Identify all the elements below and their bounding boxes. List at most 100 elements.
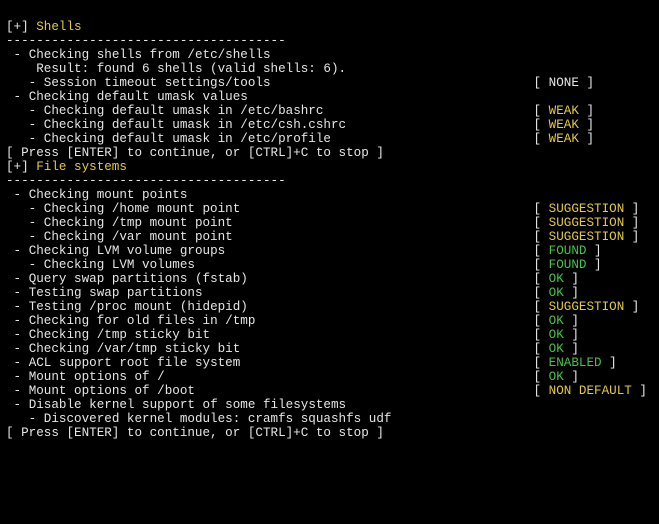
- check-status: [ NONE ]: [534, 76, 653, 90]
- check-status: [ OK ]: [534, 342, 653, 356]
- status-value: OK: [549, 328, 564, 342]
- check-status: [ SUGGESTION ]: [534, 300, 653, 314]
- check-line: - Session timeout settings/tools[ NONE ]: [6, 76, 653, 90]
- check-label: - Checking default umask in /etc/profile: [6, 132, 534, 146]
- bullet-icon: -: [6, 384, 29, 398]
- check-status: [ OK ]: [534, 286, 653, 300]
- bullet-icon: -: [6, 398, 29, 412]
- bullet-icon: -: [6, 244, 29, 258]
- check-status: [ OK ]: [534, 314, 653, 328]
- check-label: - Testing swap partitions: [6, 286, 534, 300]
- check-label: - Disable kernel support of some filesys…: [6, 398, 536, 412]
- bullet-icon: -: [6, 230, 44, 244]
- check-line: - Checking default umask in /etc/profile…: [6, 132, 653, 146]
- check-text: Checking LVM volume groups: [29, 244, 226, 258]
- check-status: [ SUGGESTION ]: [534, 230, 653, 244]
- check-label: - Checking shells from /etc/shells: [6, 48, 536, 62]
- check-status: [ SUGGESTION ]: [534, 216, 653, 230]
- check-text: Mount options of /: [29, 370, 165, 384]
- check-status: [ FOUND ]: [534, 258, 653, 272]
- bullet-icon: -: [6, 370, 29, 384]
- check-label: - Checking /tmp sticky bit: [6, 328, 534, 342]
- check-text: Checking LVM volumes: [44, 258, 195, 272]
- check-status: [ FOUND ]: [534, 244, 653, 258]
- section-header: [+] File systems: [6, 160, 653, 174]
- check-line: - Checking /var mount point[ SUGGESTION …: [6, 230, 653, 244]
- check-text: Checking mount points: [29, 188, 188, 202]
- check-line: Result: found 6 shells (valid shells: 6)…: [6, 62, 653, 76]
- status-value: WEAK: [549, 132, 579, 146]
- check-label: - Checking LVM volume groups: [6, 244, 534, 258]
- check-line: - Testing swap partitions[ OK ]: [6, 286, 653, 300]
- check-label: - Session timeout settings/tools: [6, 76, 534, 90]
- check-status: [ OK ]: [534, 370, 653, 384]
- check-line: - Query swap partitions (fstab)[ OK ]: [6, 272, 653, 286]
- status-value: NON DEFAULT: [549, 384, 632, 398]
- check-line: - Checking mount points: [6, 188, 653, 202]
- check-text: Checking /tmp sticky bit: [29, 328, 210, 342]
- status-value: OK: [549, 314, 564, 328]
- section-title: Shells: [36, 20, 81, 34]
- bullet-icon: -: [6, 258, 44, 272]
- check-label: - Checking /home mount point: [6, 202, 534, 216]
- check-label: - Checking for old files in /tmp: [6, 314, 534, 328]
- check-text: ACL support root file system: [29, 356, 241, 370]
- status-value: OK: [549, 370, 564, 384]
- status-value: SUGGESTION: [549, 230, 625, 244]
- bullet-icon: -: [6, 286, 29, 300]
- check-text: Result: found 6 shells (valid shells: 6)…: [14, 62, 347, 76]
- bullet-icon: -: [6, 104, 44, 118]
- continue-prompt[interactable]: [ Press [ENTER] to continue, or [CTRL]+C…: [6, 426, 653, 440]
- status-value: FOUND: [549, 258, 587, 272]
- section-title: File systems: [36, 160, 127, 174]
- bullet-icon: -: [6, 328, 29, 342]
- check-status: [ WEAK ]: [534, 104, 653, 118]
- bullet-icon: -: [6, 216, 44, 230]
- check-text: Checking default umask values: [29, 90, 248, 104]
- status-value: ENABLED: [549, 356, 602, 370]
- check-label: - Discovered kernel modules: cramfs squa…: [6, 412, 536, 426]
- check-line: - Checking LVM volume groups[ FOUND ]: [6, 244, 653, 258]
- check-line: - Disable kernel support of some filesys…: [6, 398, 653, 412]
- check-line: - Checking /tmp mount point[ SUGGESTION …: [6, 216, 653, 230]
- check-text: Checking default umask in /etc/csh.cshrc: [44, 118, 346, 132]
- continue-prompt-text: [ Press [ENTER] to continue, or [CTRL]+C…: [6, 146, 384, 160]
- check-line: - Checking /tmp sticky bit[ OK ]: [6, 328, 653, 342]
- status-value: SUGGESTION: [549, 216, 625, 230]
- status-value: OK: [549, 342, 564, 356]
- check-line: - Checking shells from /etc/shells: [6, 48, 653, 62]
- bullet-icon: -: [6, 202, 44, 216]
- check-label: - Checking default umask in /etc/bashrc: [6, 104, 534, 118]
- status-value: WEAK: [549, 104, 579, 118]
- check-label: Result: found 6 shells (valid shells: 6)…: [6, 62, 536, 76]
- continue-prompt[interactable]: [ Press [ENTER] to continue, or [CTRL]+C…: [6, 146, 653, 160]
- check-status: [ ENABLED ]: [534, 356, 653, 370]
- check-status: [ NON DEFAULT ]: [534, 384, 653, 398]
- check-line: - Mount options of /boot[ NON DEFAULT ]: [6, 384, 653, 398]
- bullet-icon: -: [6, 90, 29, 104]
- bullet-icon: -: [6, 412, 44, 426]
- check-text: Checking /tmp mount point: [44, 216, 233, 230]
- status-value: OK: [549, 272, 564, 286]
- check-label: - ACL support root file system: [6, 356, 534, 370]
- check-label: - Checking /tmp mount point: [6, 216, 534, 230]
- divider: -------------------------------------: [6, 174, 286, 188]
- check-line: - Testing /proc mount (hidepid)[ SUGGEST…: [6, 300, 653, 314]
- check-status: [ WEAK ]: [534, 132, 653, 146]
- check-text: Query swap partitions (fstab): [29, 272, 248, 286]
- check-label: - Mount options of /: [6, 370, 534, 384]
- check-line: - Checking default umask values: [6, 90, 653, 104]
- check-status: [ OK ]: [534, 328, 653, 342]
- check-text: Checking default umask in /etc/bashrc: [44, 104, 324, 118]
- expand-icon: [+]: [6, 160, 36, 174]
- check-label: - Mount options of /boot: [6, 384, 534, 398]
- check-line: - Checking default umask in /etc/bashrc[…: [6, 104, 653, 118]
- check-label: - Checking default umask in /etc/csh.csh…: [6, 118, 534, 132]
- check-text: Testing swap partitions: [29, 286, 203, 300]
- bullet-icon: -: [6, 342, 29, 356]
- check-text: Session timeout settings/tools: [44, 76, 271, 90]
- check-label: - Checking default umask values: [6, 90, 536, 104]
- check-line: - Checking default umask in /etc/csh.csh…: [6, 118, 653, 132]
- status-value: SUGGESTION: [549, 202, 625, 216]
- check-line: - Discovered kernel modules: cramfs squa…: [6, 412, 653, 426]
